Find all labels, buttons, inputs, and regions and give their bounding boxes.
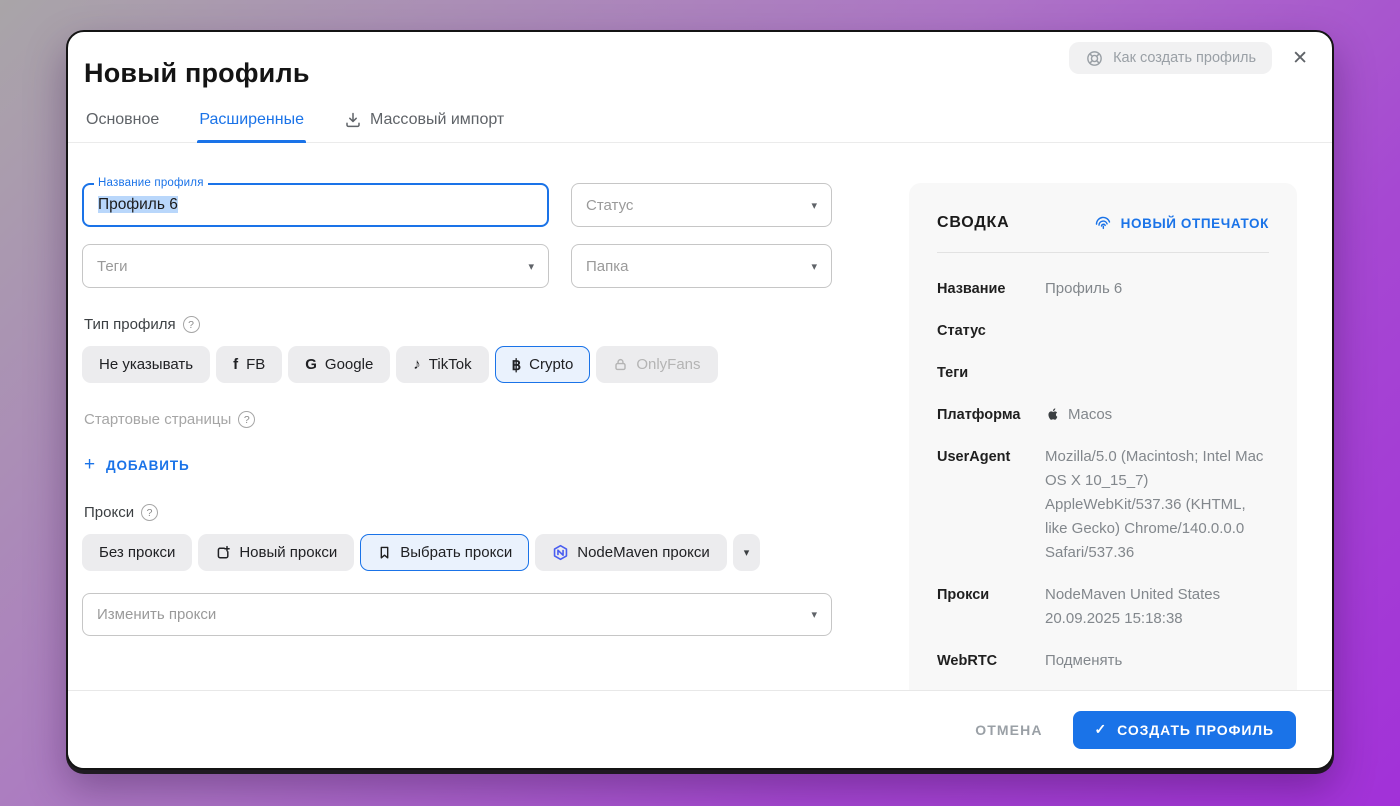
summary-row-useragent: UserAgent Mozilla/5.0 (Macintosh; Intel … xyxy=(937,448,1264,561)
summary-row-platform: Платформа Macos xyxy=(937,406,1113,423)
plus-icon: + xyxy=(84,454,96,475)
change-proxy-select[interactable]: Изменить прокси ▾ xyxy=(82,593,832,636)
chevron-down-icon: ▾ xyxy=(811,199,817,212)
question-icon[interactable]: ? xyxy=(182,316,200,333)
summary-panel: СВОДКА НОВЫЙ ОТПЕЧАТОК Название Профиль … xyxy=(909,183,1297,690)
tab-basic[interactable]: Основное xyxy=(84,111,161,142)
summary-row-webrtc: WebRTC Подменять xyxy=(937,652,1123,669)
profile-name-input[interactable]: Название профиля Профиль 6 xyxy=(82,177,549,227)
add-window-icon xyxy=(215,545,231,561)
check-icon: ✓ xyxy=(1094,721,1108,737)
divider xyxy=(937,252,1269,253)
download-icon xyxy=(344,111,362,129)
new-profile-modal: Новый профиль Как создать профиль ✕ Осно… xyxy=(66,30,1334,770)
how-to-create-profile-button[interactable]: Как создать профиль xyxy=(1069,42,1273,74)
lock-icon xyxy=(613,357,628,372)
summary-title: СВОДКА xyxy=(937,214,1010,231)
profile-name-label: Название профиля xyxy=(94,177,208,189)
tab-bar: Основное Расширенные Массовый импорт xyxy=(68,89,1332,143)
modal-header: Новый профиль Как создать профиль ✕ xyxy=(68,32,1332,89)
profile-type-label: Тип профиля ? xyxy=(84,316,832,333)
summary-row-status: Статус xyxy=(937,323,986,339)
status-select[interactable]: Статус ▾ xyxy=(571,183,832,227)
profile-type-options: Не указывать f FB G Google ♪ TikTok ฿ Cr… xyxy=(82,346,832,383)
create-profile-button[interactable]: ✓ СОЗДАТЬ ПРОФИЛЬ xyxy=(1072,710,1296,749)
chevron-down-icon: ▾ xyxy=(811,609,817,621)
chevron-down-icon: ▾ xyxy=(811,260,817,273)
profile-name-value: Профиль 6 xyxy=(98,196,178,213)
facebook-icon: f xyxy=(233,356,239,373)
fingerprint-icon xyxy=(1093,213,1113,233)
tiktok-icon: ♪ xyxy=(413,356,421,373)
profile-type-onlyfans: OnlyFans xyxy=(596,346,718,383)
tags-select[interactable]: Теги ▾ xyxy=(82,244,549,288)
google-icon: G xyxy=(305,356,317,373)
profile-type-fb[interactable]: f FB xyxy=(216,346,283,383)
chevron-down-icon: ▾ xyxy=(743,547,750,559)
summary-row-name: Название Профиль 6 xyxy=(937,280,1123,297)
cancel-button[interactable]: ОТМЕНА xyxy=(975,722,1042,738)
proxy-options: Без прокси Новый прокси Выбрать прокси N… xyxy=(82,534,832,571)
tab-advanced[interactable]: Расширенные xyxy=(197,111,306,143)
bitcoin-icon: ฿ xyxy=(511,356,522,374)
header-actions: Как создать профиль ✕ xyxy=(1069,42,1308,74)
tab-bulk-import[interactable]: Массовый импорт xyxy=(342,111,506,142)
lifebuoy-icon xyxy=(1085,49,1104,68)
chevron-down-icon: ▾ xyxy=(528,260,534,273)
proxy-label: Прокси ? xyxy=(84,504,832,521)
profile-type-crypto[interactable]: ฿ Crypto xyxy=(494,346,591,383)
profile-type-none[interactable]: Не указывать xyxy=(82,346,211,383)
profile-type-google[interactable]: G Google xyxy=(288,346,391,383)
modal-content: Название профиля Профиль 6 Статус ▾ Теги… xyxy=(68,143,1332,690)
summary-row-tags: Теги xyxy=(937,365,969,381)
proxy-choose[interactable]: Выбрать прокси xyxy=(360,534,530,571)
modal-footer: ОТМЕНА ✓ СОЗДАТЬ ПРОФИЛЬ xyxy=(68,690,1332,768)
start-pages-label: Стартовые страницы ? xyxy=(84,411,832,428)
help-button-label: Как создать профиль xyxy=(1113,50,1257,66)
proxy-new[interactable]: Новый прокси xyxy=(198,534,355,571)
proxy-none[interactable]: Без прокси xyxy=(82,534,193,571)
nodemaven-icon xyxy=(552,544,569,561)
summary-row-proxy: Прокси NodeMaven United States 20.09.202… xyxy=(937,586,1221,627)
question-icon[interactable]: ? xyxy=(141,504,159,521)
bookmark-icon xyxy=(377,545,392,560)
form-column: Название профиля Профиль 6 Статус ▾ Теги… xyxy=(82,177,832,690)
folder-select[interactable]: Папка ▾ xyxy=(571,244,832,288)
apple-icon xyxy=(1045,406,1061,422)
profile-type-tiktok[interactable]: ♪ TikTok xyxy=(396,346,489,383)
proxy-nodemaven[interactable]: NodeMaven прокси xyxy=(535,534,727,571)
question-icon[interactable]: ? xyxy=(238,411,256,428)
proxy-more-button[interactable]: ▾ xyxy=(732,534,761,571)
new-fingerprint-button[interactable]: НОВЫЙ ОТПЕЧАТОК xyxy=(1093,213,1269,233)
close-icon[interactable]: ✕ xyxy=(1292,49,1308,68)
add-start-page-button[interactable]: + ДОБАВИТЬ xyxy=(84,454,190,476)
